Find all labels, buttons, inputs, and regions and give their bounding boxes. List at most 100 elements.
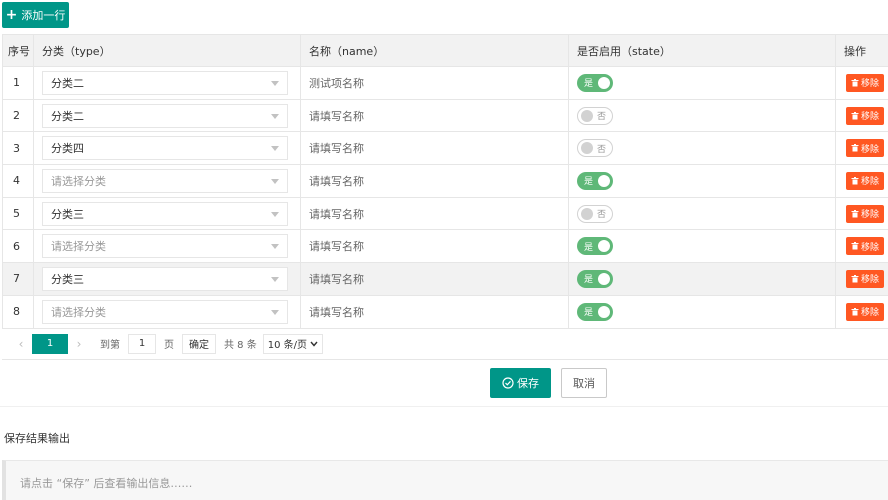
header-state: 是否启用（state）	[568, 34, 836, 67]
trash-icon	[851, 144, 859, 152]
state-switch[interactable]: 否	[577, 204, 613, 223]
caret-down-icon	[271, 178, 279, 184]
remove-label: 移除	[860, 112, 879, 123]
switch-knob	[581, 109, 593, 122]
row-index: 5	[2, 197, 34, 231]
table-row: 4 请选择分类 请填写名称 是 移除	[2, 164, 888, 198]
header-name: 名称（name）	[300, 34, 569, 67]
remove-button[interactable]: 移除	[846, 302, 884, 321]
row-index: 6	[2, 229, 34, 264]
type-select[interactable]: 分类二	[42, 70, 288, 95]
trash-icon	[851, 274, 859, 283]
name-input[interactable]: 请填写名称	[300, 229, 569, 264]
action-cell: 移除	[835, 66, 888, 100]
data-table: 序号 分类（type） 名称（name） 是否启用（state） 操作 1 分类二…	[2, 34, 888, 329]
save-button[interactable]: 保存	[490, 368, 551, 398]
trash-icon	[851, 307, 859, 316]
total-count: 共 8 条	[224, 340, 257, 351]
table-row: 8 请选择分类 请填写名称 是 移除	[2, 295, 888, 329]
trash-icon	[851, 242, 859, 250]
type-cell: 分类三	[33, 262, 301, 296]
state-label: 否	[597, 112, 607, 123]
type-select[interactable]: 请选择分类	[42, 234, 288, 259]
divider	[0, 406, 888, 407]
type-select[interactable]: 分类二	[42, 103, 288, 128]
state-switch[interactable]: 是	[577, 237, 613, 256]
table-row: 3 分类四 请填写名称 否 移除	[2, 131, 888, 166]
remove-button[interactable]: 移除	[846, 139, 884, 158]
name-input[interactable]: 测试项名称	[300, 66, 569, 100]
current-page-button[interactable]: 1	[32, 333, 68, 354]
switch-knob	[598, 174, 610, 187]
caret-down-icon	[271, 80, 279, 86]
cancel-button[interactable]: 取消	[561, 368, 607, 398]
row-index: 1	[2, 66, 34, 100]
type-select[interactable]: 分类三	[42, 201, 288, 226]
type-value: 请选择分类	[51, 174, 106, 188]
chevron-left-icon[interactable]: ‹	[12, 337, 30, 351]
state-cell: 是	[568, 262, 836, 296]
remove-button[interactable]: 移除	[846, 73, 884, 92]
name-input[interactable]: 请填写名称	[300, 99, 569, 133]
output-box: 请点击 “保存” 后查看输出信息……	[2, 460, 888, 500]
type-select[interactable]: 请选择分类	[42, 168, 288, 193]
row-index: 7	[2, 262, 34, 296]
type-select[interactable]: 请选择分类	[42, 299, 288, 324]
state-switch[interactable]: 是	[577, 73, 613, 92]
state-cell: 是	[568, 229, 836, 264]
check-circle-icon	[502, 377, 514, 389]
page-size-value: 10 条/页	[267, 340, 308, 351]
name-input[interactable]: 请填写名称	[300, 197, 569, 231]
table-row: 7 分类三 请填写名称 是 移除	[2, 262, 888, 296]
state-cell: 否	[568, 131, 836, 166]
page-size-select[interactable]: 10 条/页	[262, 333, 324, 354]
state-switch[interactable]: 是	[577, 171, 613, 190]
state-label: 否	[597, 210, 607, 221]
add-row-button[interactable]: + 添加一行	[2, 2, 69, 28]
header-action: 操作	[835, 34, 888, 67]
name-input[interactable]: 请填写名称	[300, 262, 569, 296]
chevron-right-icon[interactable]: ›	[70, 337, 88, 351]
state-switch[interactable]: 否	[577, 106, 613, 125]
pagination: ‹ 1 › 到第 1 页 确定 共 8 条 10 条/页	[2, 328, 888, 360]
goto-page-input[interactable]: 1	[128, 333, 156, 354]
type-value: 分类三	[51, 272, 84, 286]
state-cell: 是	[568, 295, 836, 329]
remove-button[interactable]: 移除	[846, 237, 884, 256]
type-value: 请选择分类	[51, 240, 106, 254]
row-index: 3	[2, 131, 34, 166]
state-label: 是	[584, 79, 594, 90]
type-cell: 分类二	[33, 66, 301, 100]
remove-button[interactable]: 移除	[846, 106, 884, 125]
type-cell: 分类三	[33, 197, 301, 231]
remove-button[interactable]: 移除	[846, 269, 884, 288]
action-cell: 移除	[835, 197, 888, 231]
plus-icon: +	[5, 7, 18, 23]
caret-down-icon	[271, 309, 279, 315]
remove-button[interactable]: 移除	[846, 204, 884, 223]
goto-confirm-button[interactable]: 确定	[182, 333, 216, 354]
remove-label: 移除	[860, 210, 879, 221]
remove-label: 移除	[860, 144, 879, 155]
name-input[interactable]: 请填写名称	[300, 164, 569, 198]
state-cell: 是	[568, 164, 836, 198]
remove-label: 移除	[860, 275, 879, 286]
row-index: 2	[2, 99, 34, 133]
header-index: 序号	[2, 34, 34, 67]
state-switch[interactable]: 否	[577, 139, 613, 158]
type-select[interactable]: 分类四	[42, 136, 288, 161]
state-cell: 否	[568, 197, 836, 231]
switch-knob	[581, 207, 593, 220]
state-label: 是	[584, 177, 594, 188]
type-select[interactable]: 分类三	[42, 266, 288, 291]
action-cell: 移除	[835, 295, 888, 329]
remove-button[interactable]: 移除	[846, 171, 884, 190]
state-switch[interactable]: 是	[577, 302, 613, 321]
name-input[interactable]: 请填写名称	[300, 131, 569, 166]
remove-label: 移除	[860, 177, 879, 188]
output-title: 保存结果输出	[4, 432, 70, 445]
name-input[interactable]: 请填写名称	[300, 295, 569, 329]
state-switch[interactable]: 是	[577, 269, 613, 288]
switch-knob	[598, 240, 610, 253]
chevron-down-icon	[310, 341, 318, 347]
